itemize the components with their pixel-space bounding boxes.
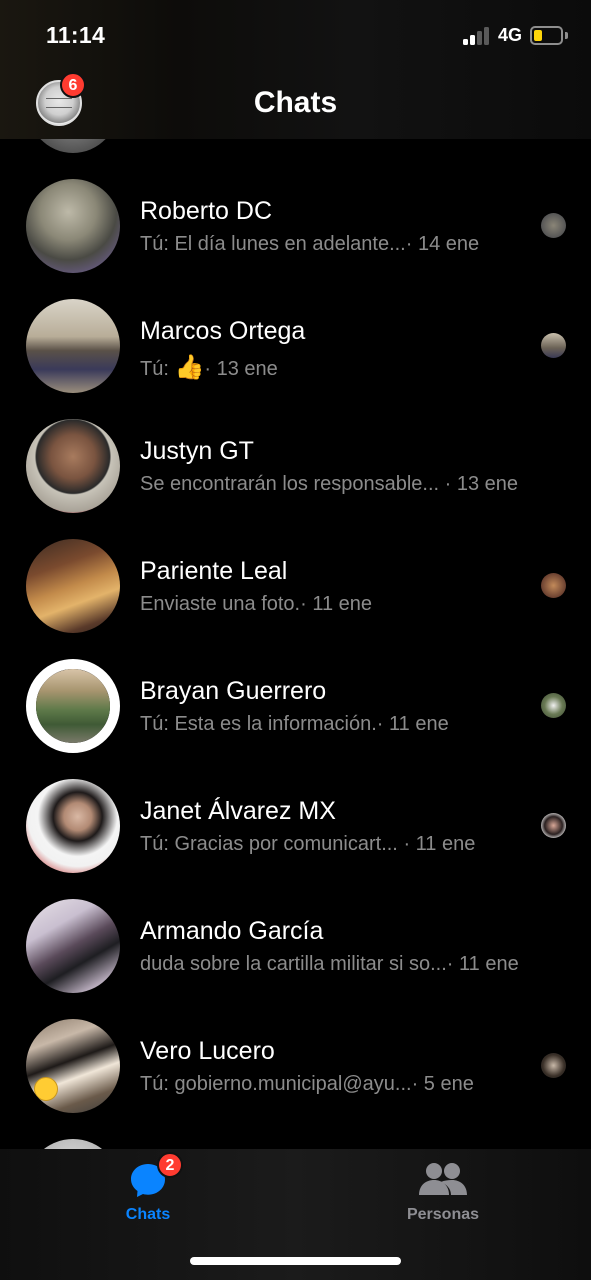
chat-name: Pariente Leal [140, 557, 288, 585]
people-icon [419, 1163, 467, 1195]
sunglasses-emoji [34, 1077, 58, 1101]
chat-row[interactable]: Janet Álvarez MX Tú: Gracias por comunic… [0, 779, 591, 899]
chat-date: · 5 ene [411, 1073, 474, 1095]
battery-icon [530, 26, 563, 45]
chat-row[interactable]: Armando García duda sobre la cartilla mi… [0, 899, 591, 1019]
read-receipt-avatar [541, 693, 566, 718]
read-receipt-avatar [541, 813, 566, 838]
page-title: Chats [253, 86, 338, 119]
chat-date: · 13 ene [444, 473, 519, 495]
chat-name: Janet Álvarez MX [140, 797, 336, 825]
battery-level [534, 30, 542, 41]
tab-chats[interactable]: 2 Chats [88, 1152, 208, 1237]
chat-preview: Enviaste una foto.· 11 ene [140, 593, 373, 615]
chat-avatar [26, 539, 120, 633]
chat-preview: Tú: El día lunes en adelante...· 14 ene [140, 233, 480, 255]
signal-strength-icon [463, 27, 491, 45]
read-receipt-avatar [541, 1053, 566, 1078]
tab-people-label: Personas [406, 1206, 480, 1223]
read-receipt-avatar [541, 333, 566, 358]
partial-chat-avatar [26, 139, 120, 153]
chat-date: · 11 ene [376, 713, 449, 735]
chat-preview: duda sobre la cartilla militar si so...·… [140, 953, 519, 975]
tab-people[interactable]: Personas [383, 1157, 503, 1237]
chat-avatar [26, 659, 120, 753]
chat-preview: Tú: Gracias por comunicart... · 11 ene [140, 833, 476, 855]
network-type: 4G [498, 25, 523, 45]
chat-avatar [26, 899, 120, 993]
chat-date: · 13 ene [204, 358, 278, 380]
chat-name: Justyn GT [140, 437, 254, 465]
chat-list[interactable]: Roberto DC Tú: El día lunes en adelante.… [0, 139, 591, 1149]
chat-preview: Tú: 👍· 13 ene [140, 354, 278, 381]
chat-date: · 11 ene [300, 593, 373, 615]
chat-name: Roberto DC [140, 197, 272, 225]
chat-name: Marcos Ortega [140, 317, 306, 345]
tab-chats-label: Chats [125, 1206, 171, 1223]
chat-date: · 14 ene [405, 233, 480, 255]
chat-row[interactable]: Brayan Guerrero Tú: Esta es la informaci… [0, 659, 591, 779]
chat-avatar [26, 779, 120, 873]
thumbs-up-emoji: 👍 [174, 354, 205, 381]
status-time: 11:14 [46, 22, 106, 48]
chat-row[interactable]: Marcos Ortega Tú: 👍· 13 ene [0, 299, 591, 419]
chat-name: Brayan Guerrero [140, 677, 327, 705]
chat-date: · 11 ene [446, 953, 519, 975]
chat-name: Vero Lucero [140, 1037, 275, 1065]
chat-avatar [26, 299, 120, 393]
chat-row[interactable]: Justyn GT Se encontrarán los responsable… [0, 419, 591, 539]
chat-row[interactable]: Pariente Leal Enviaste una foto.· 11 ene [0, 539, 591, 659]
chat-preview: Tú: Esta es la información.· 11 ene [140, 713, 449, 735]
status-bar: 11:14 4G [0, 0, 591, 70]
chat-name: Armando García [140, 917, 324, 945]
chat-avatar [26, 419, 120, 513]
chat-date: · 11 ene [403, 833, 476, 855]
chat-preview: Tú: gobierno.municipal@ayu...· 5 ene [140, 1073, 474, 1095]
chat-row[interactable]: Vero Lucero Tú: gobierno.municipal@ayu..… [0, 1019, 591, 1139]
partial-chat-avatar [26, 1139, 120, 1149]
chat-avatar [26, 179, 120, 273]
chats-notification-badge: 2 [157, 1152, 183, 1178]
read-receipt-avatar [541, 213, 566, 238]
read-receipt-avatar [541, 573, 566, 598]
chat-avatar [26, 1019, 120, 1113]
chat-row[interactable]: Roberto DC Tú: El día lunes en adelante.… [0, 179, 591, 299]
chat-preview: Se encontrarán los responsable... · 13 e… [140, 473, 519, 495]
home-indicator[interactable] [190, 1257, 401, 1265]
